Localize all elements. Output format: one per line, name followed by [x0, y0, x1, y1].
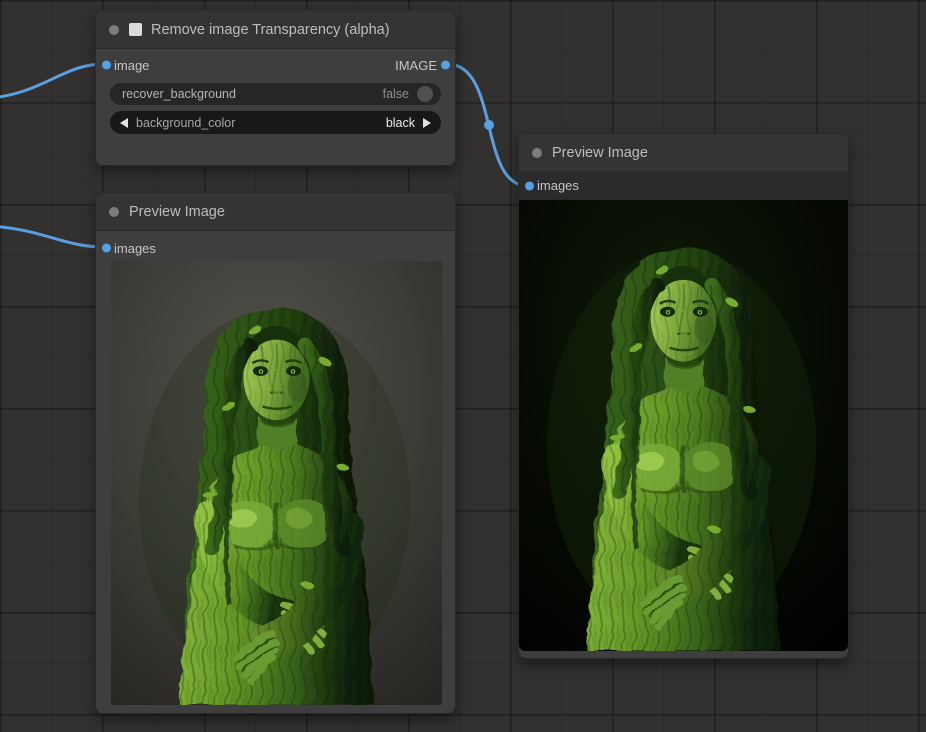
recover-background-toggle[interactable]: recover_background false	[110, 83, 441, 105]
input-slot-label: images	[537, 178, 579, 193]
preview-image-left	[111, 261, 442, 705]
wire-into-image-input	[0, 64, 104, 98]
widget-label: recover_background	[122, 87, 236, 101]
collapse-dot-icon[interactable]	[109, 25, 119, 35]
node-title: Preview Image	[552, 145, 648, 161]
output-slot-label: IMAGE	[395, 58, 437, 73]
slot-row-images: images	[96, 231, 455, 265]
slot-row-images: images	[519, 172, 848, 200]
node-graph-canvas[interactable]: Remove image Transparency (alpha) image …	[0, 0, 926, 732]
output-slot-dot-image[interactable]	[441, 61, 450, 70]
input-slot-label: images	[114, 241, 156, 256]
background-color-combo[interactable]: background_color black	[110, 111, 441, 134]
input-slot-label: image	[114, 58, 149, 73]
checkbox-icon	[129, 23, 142, 36]
arrow-left-icon[interactable]	[120, 118, 128, 128]
node-title: Remove image Transparency (alpha)	[151, 22, 390, 38]
wire-image-to-preview	[447, 64, 528, 186]
node-title-bar[interactable]: Preview Image	[96, 193, 455, 231]
widget-value: false	[383, 87, 409, 101]
widget-label: background_color	[136, 116, 235, 130]
node-preview-left[interactable]: Preview Image images	[95, 192, 456, 714]
preview-image-right	[519, 200, 848, 651]
input-slot-dot-image[interactable]	[102, 61, 111, 70]
collapse-dot-icon[interactable]	[532, 148, 542, 158]
collapse-dot-icon[interactable]	[109, 207, 119, 217]
arrow-right-icon[interactable]	[423, 118, 431, 128]
wire-into-images-input-left	[0, 226, 104, 247]
slot-row-image: image IMAGE	[96, 49, 455, 81]
input-slot-dot-images[interactable]	[102, 244, 111, 253]
input-slot-dot-images[interactable]	[525, 181, 534, 190]
node-title: Preview Image	[129, 204, 225, 220]
toggle-knob-icon[interactable]	[417, 86, 433, 102]
widget-value: black	[386, 116, 415, 130]
node-title-bar[interactable]: Preview Image	[519, 134, 848, 172]
wire-midpoint-dot	[484, 120, 494, 130]
node-remove-alpha[interactable]: Remove image Transparency (alpha) image …	[95, 10, 456, 166]
node-title-bar[interactable]: Remove image Transparency (alpha)	[96, 11, 455, 49]
node-preview-right[interactable]: Preview Image images	[518, 133, 849, 659]
